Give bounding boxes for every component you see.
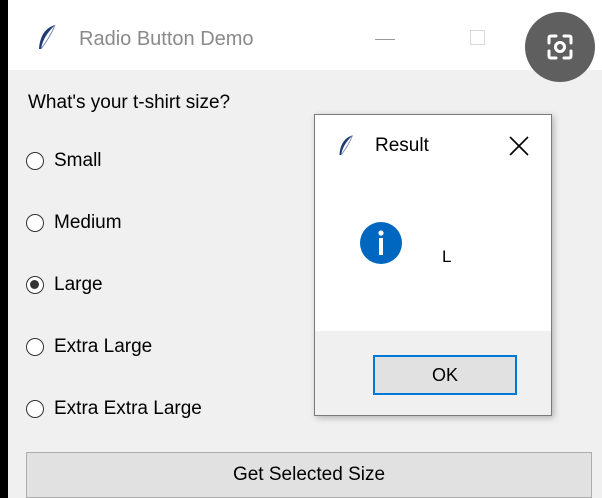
radio-button[interactable]	[26, 214, 44, 232]
radio-button[interactable]	[26, 152, 44, 170]
feather-icon	[339, 135, 353, 156]
radio-option-extra-large[interactable]: Extra Large	[26, 334, 286, 364]
radio-label: Extra Extra Large	[54, 398, 202, 419]
dialog-message: L	[442, 247, 452, 266]
radio-label: Small	[54, 150, 102, 171]
radio-button[interactable]	[26, 338, 44, 356]
dialog-body: L	[315, 175, 551, 331]
radio-label: Medium	[54, 212, 122, 233]
feather-icon	[39, 24, 56, 50]
screenshot-lens-icon	[547, 34, 573, 60]
ok-button[interactable]: OK	[373, 355, 517, 395]
dialog-title: Result	[375, 135, 429, 156]
minimize-button[interactable]	[362, 18, 408, 58]
dialog-title-bar[interactable]: Result	[315, 115, 551, 175]
radio-option-extra-extra-large[interactable]: Extra Extra Large	[26, 396, 286, 426]
result-dialog: Result L OK	[314, 114, 552, 416]
info-icon	[360, 222, 402, 264]
radio-option-small[interactable]: Small	[26, 148, 286, 178]
title-bar[interactable]: Radio Button Demo	[8, 0, 602, 82]
radio-label: Large	[54, 274, 103, 295]
question-label: What's your t-shirt size?	[28, 92, 231, 113]
close-button[interactable]	[501, 129, 537, 163]
radio-option-medium[interactable]: Medium	[26, 210, 286, 240]
radio-option-large[interactable]: Large	[26, 272, 286, 302]
radio-button-selected[interactable]	[26, 276, 44, 294]
radio-button[interactable]	[26, 400, 44, 418]
close-icon	[509, 136, 529, 156]
window-title: Radio Button Demo	[79, 28, 254, 50]
radio-label: Extra Large	[54, 336, 153, 357]
maximize-button[interactable]	[456, 18, 502, 58]
screenshot-lens-button[interactable]	[525, 12, 595, 82]
get-selected-size-button[interactable]: Get Selected Size	[26, 452, 592, 498]
